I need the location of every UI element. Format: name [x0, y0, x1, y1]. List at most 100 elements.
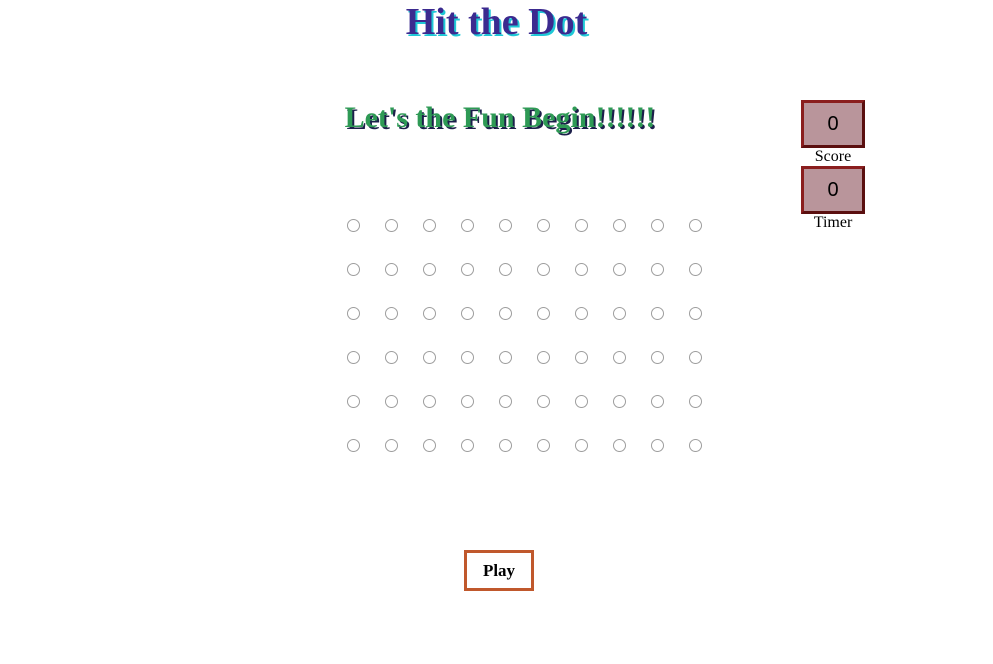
target-dot[interactable] [347, 306, 360, 320]
dot-cell [684, 390, 722, 412]
dot-cell [646, 346, 684, 368]
target-dot[interactable] [689, 218, 702, 232]
target-dot[interactable] [613, 218, 626, 232]
target-dot[interactable] [347, 350, 360, 364]
target-dot[interactable] [461, 350, 474, 364]
target-dot[interactable] [613, 350, 626, 364]
target-dot[interactable] [461, 306, 474, 320]
target-dot[interactable] [385, 438, 398, 452]
target-dot[interactable] [423, 306, 436, 320]
target-dot[interactable] [347, 262, 360, 276]
game-title: Hit the Dot [405, 1, 588, 43]
target-dot[interactable] [347, 218, 360, 232]
target-dot[interactable] [689, 394, 702, 408]
target-dot[interactable] [537, 306, 550, 320]
dot-cell [456, 434, 494, 456]
dot-cell [380, 214, 418, 236]
dot-cell [342, 346, 380, 368]
dot-cell [342, 434, 380, 456]
target-dot[interactable] [499, 438, 512, 452]
target-dot[interactable] [689, 350, 702, 364]
dot-cell [532, 258, 570, 280]
dot-cell [494, 390, 532, 412]
dot-cell [570, 390, 608, 412]
target-dot[interactable] [651, 306, 664, 320]
target-dot[interactable] [347, 438, 360, 452]
dot-cell [684, 214, 722, 236]
dot-cell [608, 302, 646, 324]
target-dot[interactable] [575, 350, 588, 364]
target-dot[interactable] [537, 394, 550, 408]
target-dot[interactable] [575, 262, 588, 276]
target-dot[interactable] [575, 394, 588, 408]
dot-cell [456, 390, 494, 412]
score-label: Score [814, 148, 852, 165]
dot-cell [418, 302, 456, 324]
target-dot[interactable] [575, 306, 588, 320]
dot-cell [684, 346, 722, 368]
dot-cell [494, 258, 532, 280]
dot-cell [570, 214, 608, 236]
target-dot[interactable] [423, 262, 436, 276]
target-dot[interactable] [613, 262, 626, 276]
target-dot[interactable] [613, 394, 626, 408]
target-dot[interactable] [499, 262, 512, 276]
dot-row [342, 214, 722, 258]
target-dot[interactable] [651, 262, 664, 276]
target-dot[interactable] [613, 306, 626, 320]
target-dot[interactable] [499, 350, 512, 364]
play-button[interactable]: Play [464, 550, 534, 591]
dot-cell [494, 434, 532, 456]
dot-cell [380, 258, 418, 280]
target-dot[interactable] [423, 394, 436, 408]
dot-cell [380, 346, 418, 368]
target-dot[interactable] [689, 438, 702, 452]
target-dot[interactable] [499, 394, 512, 408]
target-dot[interactable] [385, 218, 398, 232]
target-dot[interactable] [689, 306, 702, 320]
dot-grid [342, 214, 722, 478]
dot-cell [418, 214, 456, 236]
dot-row [342, 302, 722, 346]
target-dot[interactable] [537, 262, 550, 276]
target-dot[interactable] [461, 218, 474, 232]
target-dot[interactable] [651, 350, 664, 364]
target-dot[interactable] [689, 262, 702, 276]
dot-cell [418, 258, 456, 280]
target-dot[interactable] [499, 306, 512, 320]
dot-cell [342, 390, 380, 412]
target-dot[interactable] [423, 350, 436, 364]
target-dot[interactable] [385, 262, 398, 276]
dot-cell [494, 302, 532, 324]
dot-cell [380, 302, 418, 324]
dot-row [342, 258, 722, 302]
target-dot[interactable] [461, 262, 474, 276]
target-dot[interactable] [537, 350, 550, 364]
target-dot[interactable] [537, 218, 550, 232]
dot-cell [418, 434, 456, 456]
target-dot[interactable] [461, 438, 474, 452]
dot-cell [646, 302, 684, 324]
dot-cell [570, 258, 608, 280]
target-dot[interactable] [461, 394, 474, 408]
target-dot[interactable] [499, 218, 512, 232]
target-dot[interactable] [347, 394, 360, 408]
target-dot[interactable] [575, 438, 588, 452]
target-dot[interactable] [385, 350, 398, 364]
target-dot[interactable] [651, 218, 664, 232]
target-dot[interactable] [423, 438, 436, 452]
score-value: 0 [801, 100, 865, 148]
target-dot[interactable] [651, 438, 664, 452]
dot-cell [342, 302, 380, 324]
target-dot[interactable] [537, 438, 550, 452]
dot-cell [532, 302, 570, 324]
target-dot[interactable] [613, 438, 626, 452]
target-dot[interactable] [385, 306, 398, 320]
target-dot[interactable] [651, 394, 664, 408]
target-dot[interactable] [385, 394, 398, 408]
target-dot[interactable] [423, 218, 436, 232]
dot-cell [646, 214, 684, 236]
target-dot[interactable] [575, 218, 588, 232]
dot-cell [380, 434, 418, 456]
dot-cell [608, 390, 646, 412]
